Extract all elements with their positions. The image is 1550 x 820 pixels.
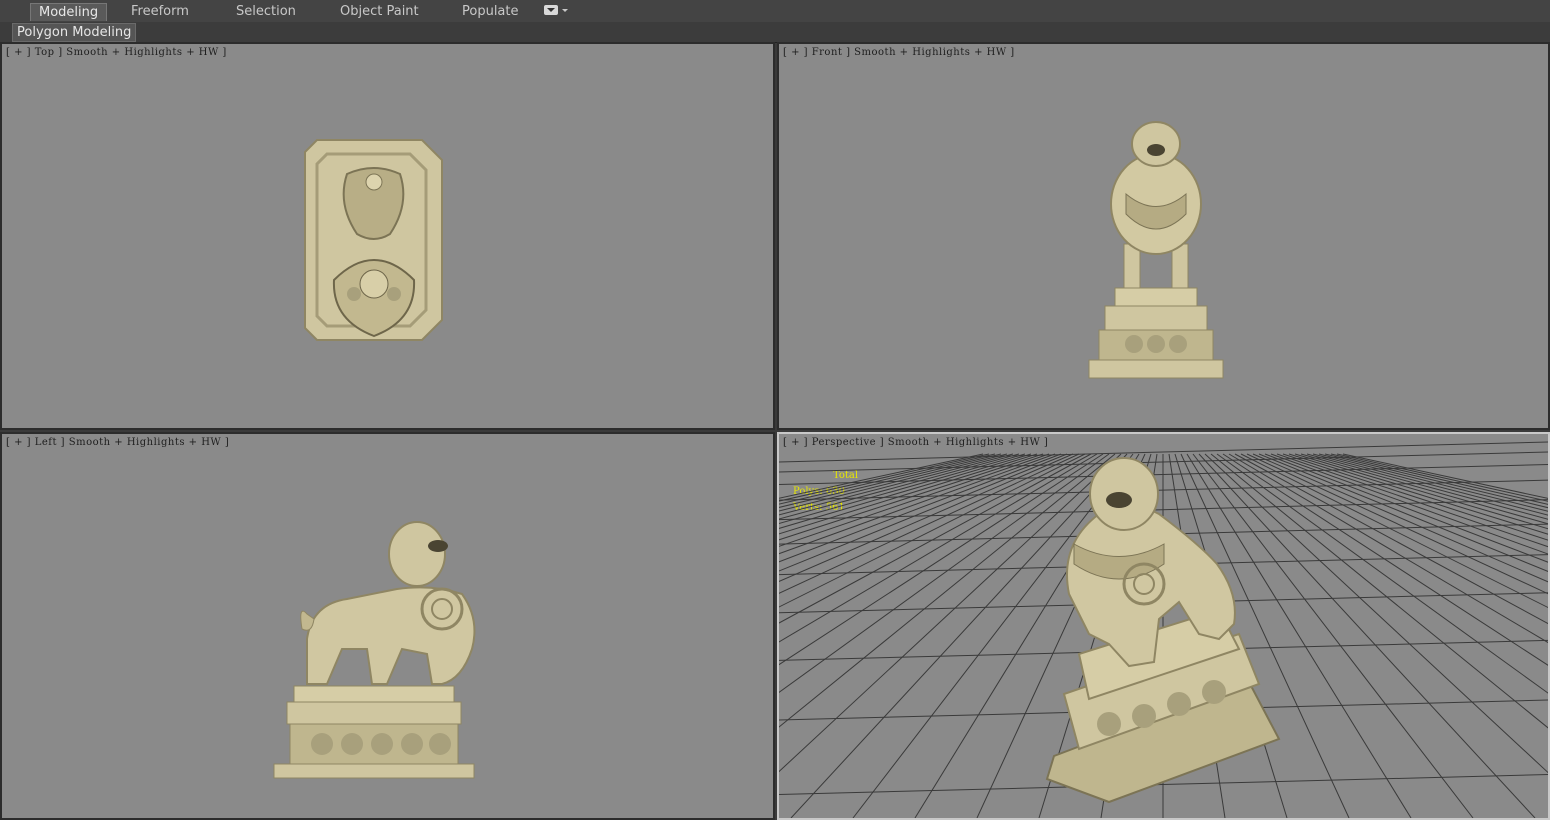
tab-populate[interactable]: Populate bbox=[462, 3, 519, 20]
chevron-down-icon[interactable] bbox=[562, 9, 568, 12]
ribbon-bar: Modeling Freeform Selection Object Paint… bbox=[0, 0, 1550, 23]
viewport-top[interactable]: [ + ] Top ] Smooth + Highlights + HW ] bbox=[0, 42, 775, 430]
tab-polygon-modeling[interactable]: Polygon Modeling bbox=[12, 23, 137, 42]
subribbon-bar: Polygon Modeling bbox=[0, 22, 1550, 43]
viewport-left[interactable]: [ + ] Left ] Smooth + Highlights + HW ] bbox=[0, 432, 775, 820]
perspective-view-model bbox=[779, 441, 1548, 818]
tab-selection[interactable]: Selection bbox=[236, 3, 296, 20]
tab-modeling[interactable]: Modeling bbox=[30, 3, 108, 21]
tab-freeform[interactable]: Freeform bbox=[131, 3, 189, 20]
viewport-front[interactable]: [ + ] Front ] Smooth + Highlights + HW ] bbox=[777, 42, 1550, 430]
left-view-model bbox=[273, 521, 476, 779]
tab-object-paint[interactable]: Object Paint bbox=[340, 3, 419, 20]
top-view-model bbox=[304, 139, 443, 341]
dropdown-toggle-icon[interactable] bbox=[544, 5, 558, 15]
front-view-model bbox=[1088, 121, 1224, 379]
viewport-perspective[interactable]: [ + ] Perspective ] Smooth + Highlights … bbox=[777, 432, 1550, 820]
